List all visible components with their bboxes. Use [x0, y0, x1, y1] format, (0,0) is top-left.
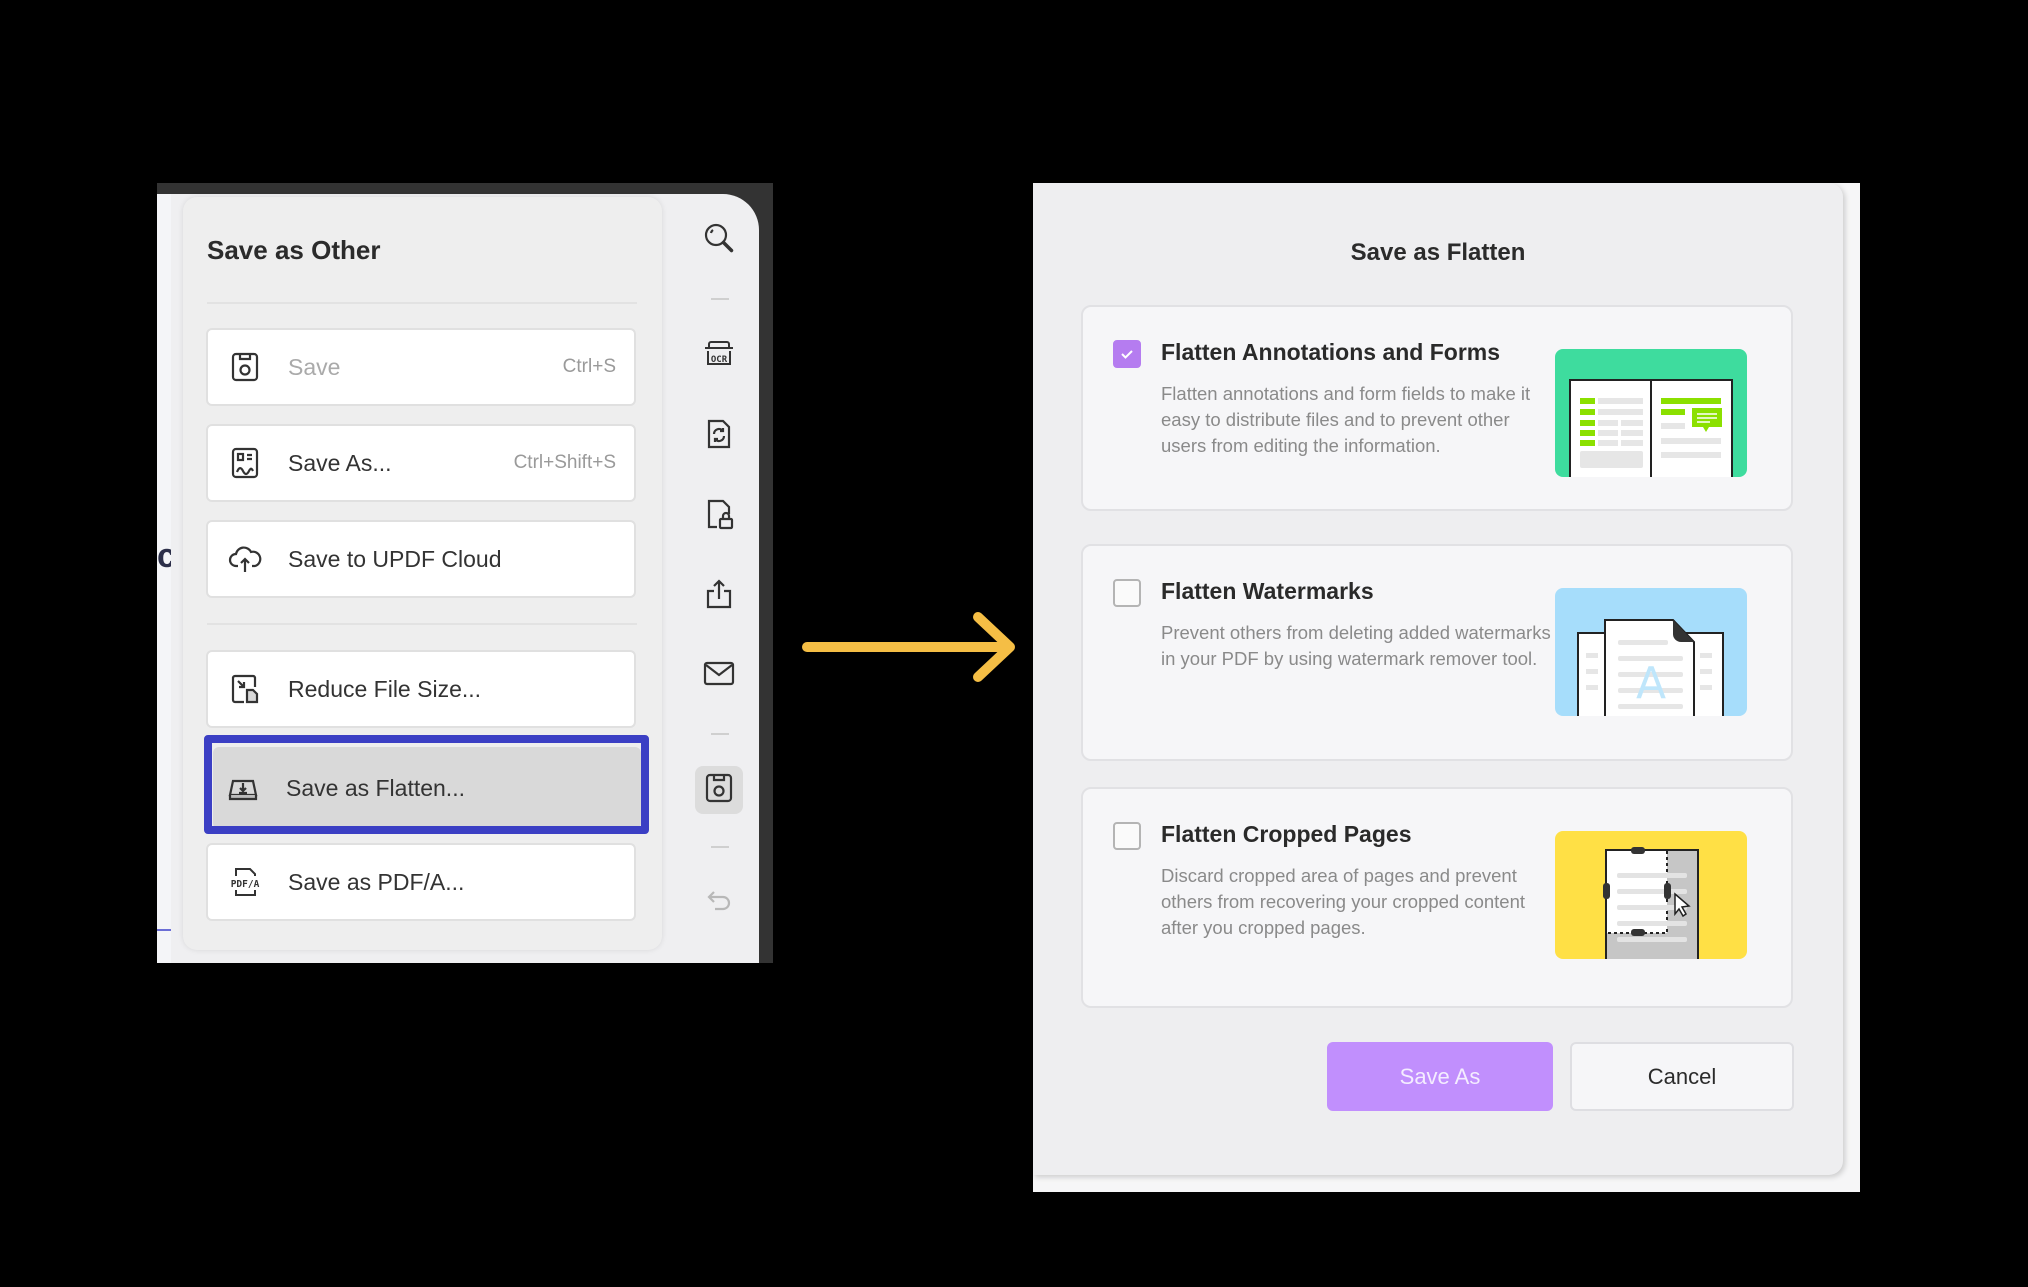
option-title: Flatten Cropped Pages — [1161, 821, 1412, 847]
floppy-disk-icon — [228, 350, 262, 384]
shortcut-label: Ctrl+S — [562, 356, 616, 377]
share-icon — [702, 577, 736, 616]
option-title: Flatten Watermarks — [1161, 578, 1374, 604]
undo-button[interactable] — [695, 879, 743, 927]
checkmark-icon — [1121, 350, 1133, 359]
selection-highlight — [204, 735, 649, 834]
protect-file-icon — [702, 497, 736, 536]
option-card-watermarks[interactable]: Flatten Watermarks Prevent others from d… — [1081, 544, 1793, 761]
undo-icon — [702, 884, 736, 923]
menu-item-save[interactable]: Save Ctrl+S — [206, 328, 636, 406]
annotations-forms-checkbox[interactable] — [1113, 340, 1141, 368]
menu-divider — [207, 623, 637, 625]
watermark-illustration: A — [1555, 588, 1747, 716]
cancel-button[interactable]: Cancel — [1570, 1042, 1794, 1111]
menu-item-label: Reduce File Size... — [288, 675, 482, 702]
menu-divider — [207, 302, 637, 304]
app-area: Save as Other Save Ctrl+S Save As... Ctr… — [171, 194, 759, 963]
convert-file-icon — [702, 417, 736, 456]
menu-item-label: Save As... — [288, 449, 392, 476]
menu-item-save-as-pdfa[interactable]: PDF/A Save as PDF/A... — [206, 843, 636, 921]
menu-title: Save as Other — [207, 235, 381, 265]
document-underline — [157, 929, 171, 931]
save-as-document-icon — [228, 446, 262, 480]
option-description: Flatten annotations and form fields to m… — [1161, 383, 1531, 456]
option-card-cropped-pages[interactable]: Flatten Cropped Pages Discard cropped ar… — [1081, 787, 1793, 1008]
menu-item-label: Save to UPDF Cloud — [288, 545, 502, 572]
save-as-other-button[interactable] — [695, 766, 743, 814]
compress-file-icon — [228, 672, 262, 706]
right-arrow-icon — [802, 612, 1015, 682]
cropped-pages-checkbox[interactable] — [1113, 822, 1141, 850]
menu-item-reduce-file-size[interactable]: Reduce File Size... — [206, 650, 636, 728]
option-description: Discard cropped area of pages and preven… — [1161, 865, 1526, 938]
rail-divider — [711, 846, 729, 848]
rail-divider — [711, 733, 729, 735]
menu-item-save-as[interactable]: Save As... Ctrl+Shift+S — [206, 424, 636, 502]
app-screenshot-right: Save as Flatten Flatten Annotations and … — [1033, 183, 1860, 1192]
floppy-disk-icon — [702, 771, 736, 810]
save-as-button[interactable]: Save As — [1327, 1042, 1553, 1111]
email-button[interactable] — [695, 651, 743, 699]
menu-item-save-to-cloud[interactable]: Save to UPDF Cloud — [206, 520, 636, 598]
save-as-other-menu: Save as Other Save Ctrl+S Save As... Ctr… — [183, 197, 662, 950]
document-text-fragment: c — [157, 537, 171, 575]
watermarks-checkbox[interactable] — [1113, 579, 1141, 607]
ocr-icon: OCR — [702, 336, 736, 375]
tool-rail: OCR — [685, 194, 757, 963]
convert-button[interactable] — [695, 412, 743, 460]
option-card-annotations-forms[interactable]: Flatten Annotations and Forms Flatten an… — [1081, 305, 1793, 511]
search-icon — [702, 221, 736, 260]
svg-text:OCR: OCR — [711, 355, 728, 365]
svg-text:PDF/A: PDF/A — [231, 879, 260, 890]
dialog-title: Save as Flatten — [1350, 239, 1526, 266]
search-button[interactable] — [695, 216, 743, 264]
cloud-upload-icon — [228, 542, 262, 576]
ocr-button[interactable]: OCR — [695, 331, 743, 379]
svg-text:A: A — [1636, 658, 1666, 709]
option-title: Flatten Annotations and Forms — [1161, 339, 1501, 365]
share-button[interactable] — [695, 572, 743, 620]
pdf-a-icon: PDF/A — [228, 865, 262, 899]
protect-button[interactable] — [695, 492, 743, 540]
cropped-pages-illustration — [1555, 831, 1747, 959]
option-description: Prevent others from deleting added water… — [1161, 622, 1551, 669]
rail-divider — [711, 298, 729, 300]
menu-item-label: Save as PDF/A... — [288, 868, 465, 895]
mail-icon — [702, 656, 736, 695]
menu-item-label: Save — [288, 353, 341, 380]
save-as-flatten-dialog: Save as Flatten Flatten Annotations and … — [1033, 183, 1843, 1175]
document-background: c — [157, 194, 171, 963]
annotations-forms-illustration — [1555, 349, 1747, 477]
shortcut-label: Ctrl+Shift+S — [513, 452, 616, 473]
app-screenshot-left: c Save as Other Save Ctrl+S Save As... C… — [157, 183, 773, 963]
